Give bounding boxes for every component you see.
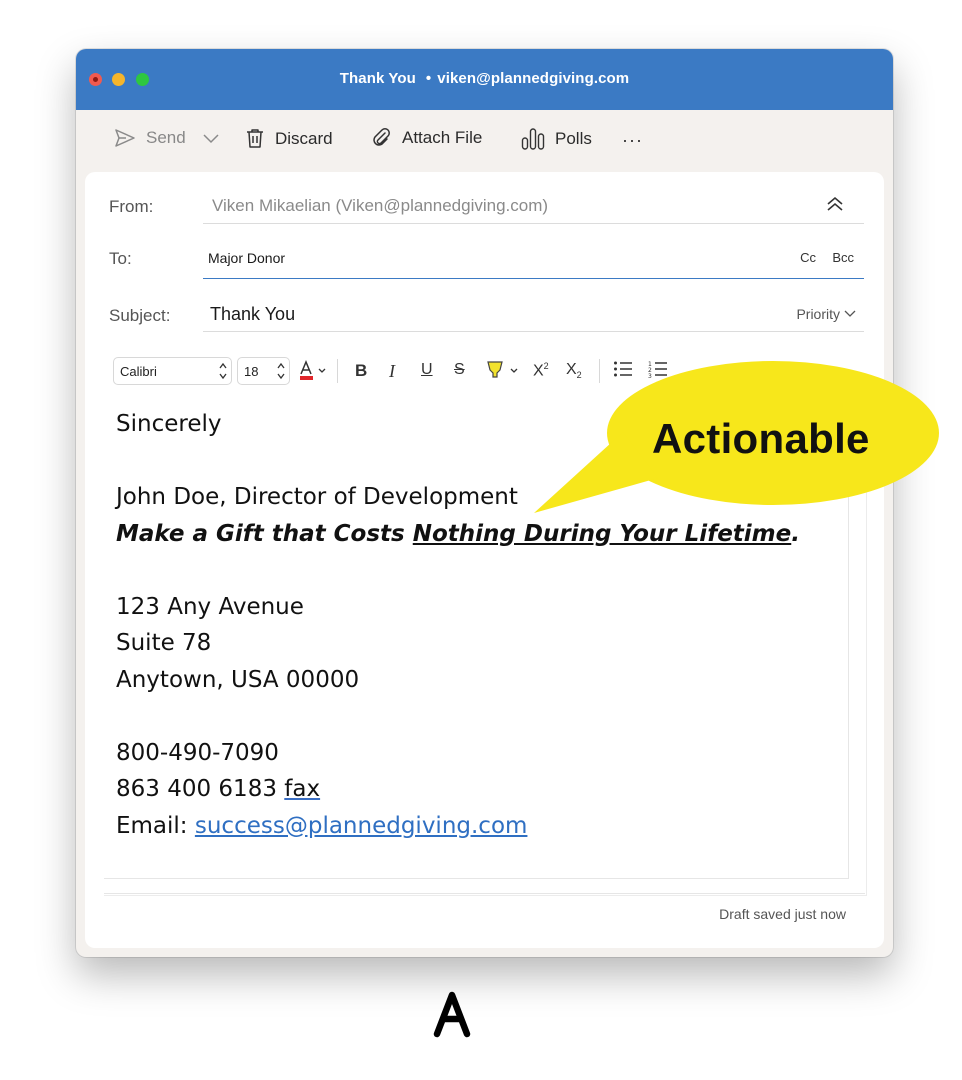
stepper-icon bbox=[277, 362, 285, 380]
underline-button[interactable]: U bbox=[421, 361, 433, 379]
paperclip-icon bbox=[373, 128, 390, 146]
strikethrough-button[interactable]: S bbox=[454, 361, 465, 379]
send-icon bbox=[115, 129, 135, 147]
fax-line: 863 400 6183 fax bbox=[116, 771, 800, 808]
chevron-down-icon bbox=[844, 310, 856, 317]
from-row: From: Viken Mikaelian (Viken@plannedgivi… bbox=[85, 172, 884, 224]
subject-field[interactable]: Thank You bbox=[210, 304, 295, 325]
poll-chart-icon bbox=[521, 128, 545, 150]
compose-toolbar: Send Discard Attach File Polls ··· bbox=[76, 110, 893, 172]
draft-status: Draft saved just now bbox=[719, 906, 846, 922]
attach-file-label: Attach File bbox=[402, 128, 483, 147]
caption-letter-a bbox=[433, 991, 471, 1038]
fax-number: 863 400 6183 bbox=[116, 776, 285, 802]
title-separator: • bbox=[425, 70, 432, 87]
font-color-button[interactable] bbox=[298, 360, 328, 387]
to-row: To: Major Donor Cc Bcc bbox=[85, 228, 884, 280]
bold-button[interactable]: B bbox=[355, 361, 367, 381]
window-title: Thank You • viken@plannedgiving.com bbox=[76, 70, 893, 87]
highlighter-icon bbox=[487, 361, 518, 378]
discard-button[interactable]: Discard bbox=[245, 128, 333, 149]
send-options-button[interactable] bbox=[203, 134, 219, 144]
font-color-icon bbox=[300, 360, 326, 380]
compose-pane: From: Viken Mikaelian (Viken@plannedgivi… bbox=[85, 172, 884, 948]
title-bar: Thank You • viken@plannedgiving.com bbox=[76, 49, 893, 110]
status-divider bbox=[104, 893, 865, 894]
trash-icon bbox=[247, 129, 263, 148]
attach-file-button[interactable]: Attach File bbox=[372, 128, 482, 148]
email-label: Email: bbox=[116, 812, 195, 839]
fax-label: fax bbox=[284, 776, 321, 802]
stepper-icon bbox=[219, 362, 227, 380]
from-field[interactable]: Viken Mikaelian (Viken@plannedgiving.com… bbox=[212, 196, 548, 216]
address-line-1: 123 Any Avenue bbox=[116, 593, 304, 620]
to-label: To: bbox=[109, 249, 132, 268]
discard-label: Discard bbox=[275, 128, 333, 148]
tagline-prefix: Make a Gift that Costs bbox=[116, 520, 413, 547]
from-label: From: bbox=[109, 197, 154, 216]
tagline-suffix: . bbox=[791, 520, 800, 547]
subject-row: Subject: Thank You Priority bbox=[85, 284, 884, 334]
from-divider bbox=[203, 223, 864, 224]
address-line-2: Suite 78 bbox=[116, 630, 212, 656]
priority-label: Priority bbox=[796, 306, 840, 322]
tagline-underlined: Nothing During Your Lifetime bbox=[412, 520, 792, 547]
italic-button[interactable]: I bbox=[389, 361, 395, 382]
window-title-text: Thank You bbox=[339, 70, 416, 87]
priority-dropdown[interactable]: Priority bbox=[796, 306, 856, 322]
font-family-value: Calibri bbox=[120, 364, 157, 379]
phone-line: 800-490-7090 bbox=[116, 739, 279, 766]
font-size-select[interactable]: 18 bbox=[237, 357, 290, 385]
toolbar-separator bbox=[337, 359, 338, 383]
to-divider bbox=[203, 278, 864, 279]
annotation-text: Actionable bbox=[652, 415, 870, 462]
window-account: viken@plannedgiving.com bbox=[437, 70, 630, 87]
bcc-button[interactable]: Bcc bbox=[832, 250, 854, 265]
tagline: Make a Gift that Costs Nothing During Yo… bbox=[116, 516, 800, 553]
to-field[interactable]: Major Donor bbox=[208, 250, 285, 266]
chevron-down-icon bbox=[203, 134, 219, 144]
address-line-3: Anytown, USA 00000 bbox=[116, 666, 360, 693]
email-link[interactable]: success@plannedgiving.com bbox=[195, 813, 528, 839]
collapse-header-icon[interactable] bbox=[826, 196, 844, 217]
send-label: Send bbox=[146, 128, 186, 147]
more-options-button[interactable]: ··· bbox=[622, 130, 643, 151]
font-size-value: 18 bbox=[244, 364, 259, 379]
cc-button[interactable]: Cc bbox=[800, 250, 816, 265]
email-line: Email: success@plannedgiving.com bbox=[116, 808, 800, 845]
send-button[interactable]: Send bbox=[114, 128, 186, 148]
font-family-select[interactable]: Calibri bbox=[113, 357, 232, 385]
subject-divider bbox=[203, 331, 864, 332]
polls-button[interactable]: Polls bbox=[521, 128, 592, 150]
subject-label: Subject: bbox=[109, 306, 171, 325]
polls-label: Polls bbox=[555, 129, 592, 148]
highlight-button[interactable] bbox=[485, 359, 523, 388]
